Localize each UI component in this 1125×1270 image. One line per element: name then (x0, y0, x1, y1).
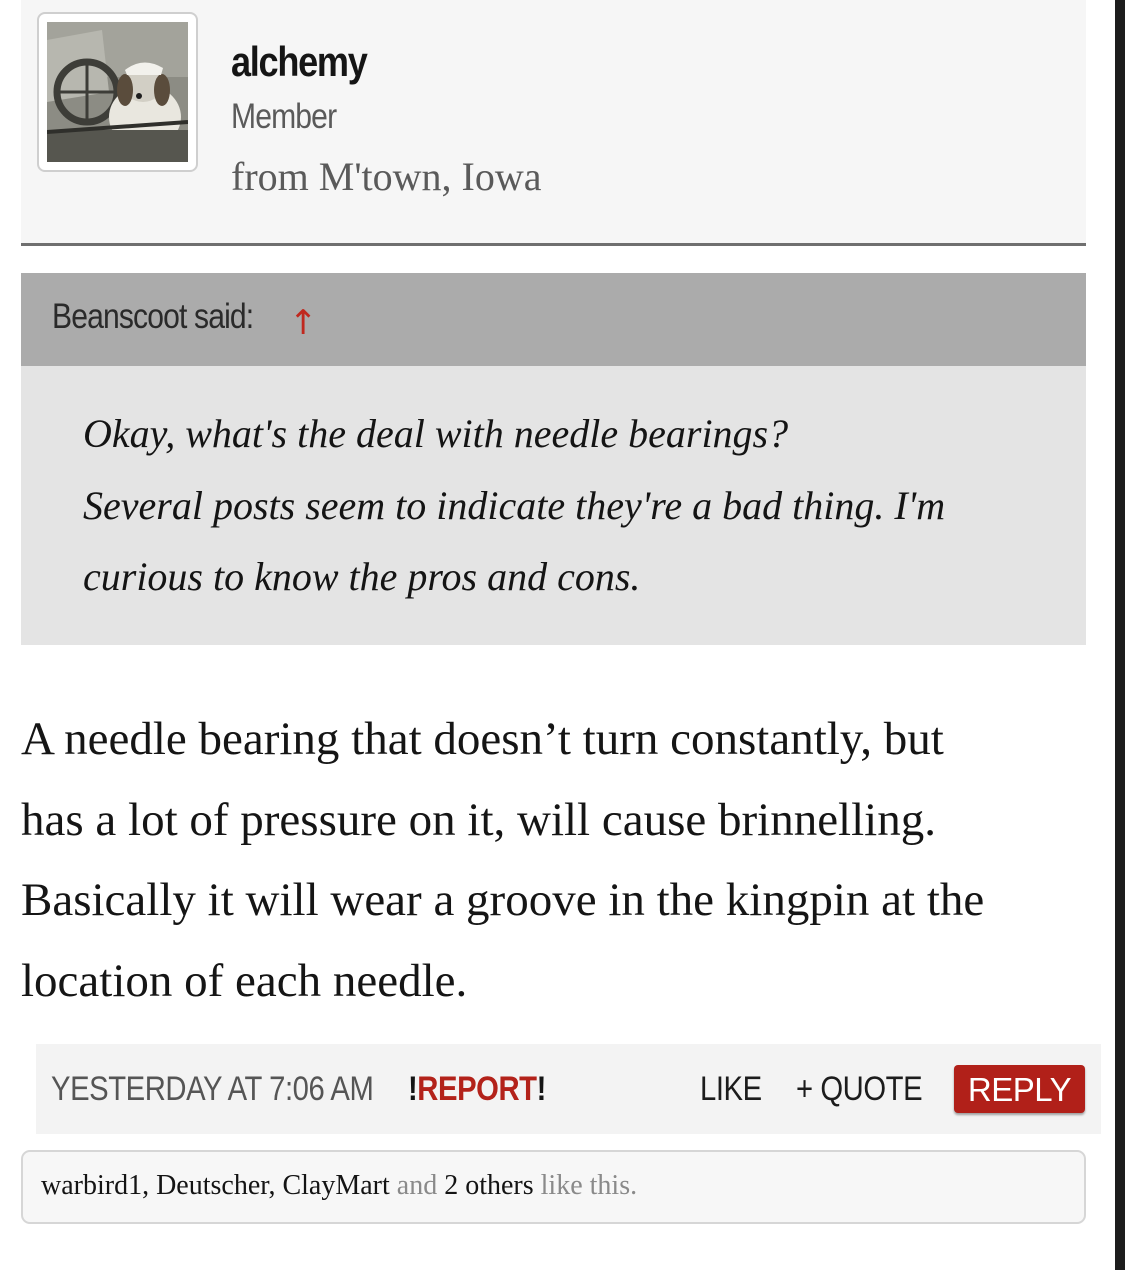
liker-link[interactable]: warbird1 (41, 1170, 142, 1201)
liker-link[interactable]: ClayMart (282, 1170, 389, 1201)
others-link[interactable]: 2 others (444, 1170, 533, 1201)
quote-line: Okay, what's the deal with needle bearin… (83, 411, 789, 456)
avatar[interactable] (37, 12, 198, 172)
username[interactable]: alchemy (231, 38, 368, 86)
quote-header: Beanscoot said: ↑ (21, 273, 1086, 366)
post-text-line: Basically it will wear a groove in the k… (21, 874, 985, 926)
post-text-line: location of each needle. (21, 955, 468, 1007)
like-button[interactable]: LIKE (700, 1070, 762, 1109)
reply-button[interactable]: REPLY (954, 1065, 1085, 1113)
liker-separator: , (142, 1170, 157, 1201)
scrollbar-edge (1115, 0, 1125, 1270)
dog-driving-car-image (47, 22, 188, 162)
liker-separator: , (268, 1170, 283, 1201)
post-text-line: has a lot of pressure on it, will cause … (21, 794, 936, 846)
likes-and-text: and (389, 1170, 445, 1201)
quote-button[interactable]: + QUOTE (796, 1070, 923, 1109)
report-link[interactable]: !REPORT! (408, 1070, 546, 1109)
likes-text: warbird1, Deutscher, ClayMart and 2 othe… (41, 1170, 637, 1202)
reply-label: REPLY (967, 1071, 1072, 1108)
post-actions-bar: YESTERDAY AT 7:06 AM !REPORT! LIKE + QUO… (36, 1044, 1101, 1134)
user-card: alchemy Member from M'town, Iowa (21, 0, 1086, 246)
post-timestamp[interactable]: YESTERDAY AT 7:06 AM (51, 1070, 374, 1109)
quote-body: Okay, what's the deal with needle bearin… (21, 366, 1086, 645)
report-prefix: ! (408, 1070, 418, 1108)
user-location: from M'town, Iowa (231, 154, 542, 199)
report-suffix: ! (536, 1070, 547, 1108)
liker-link[interactable]: Deutscher (156, 1170, 268, 1201)
quote-author[interactable]: Beanscoot said: (52, 297, 254, 337)
likes-summary: warbird1, Deutscher, ClayMart and 2 othe… (21, 1150, 1086, 1224)
report-label: REPORT (417, 1070, 537, 1108)
avatar-photo (47, 22, 188, 162)
jump-to-quote-arrow-icon[interactable]: ↑ (289, 303, 318, 343)
quote-line: Several posts seem to indicate they're a… (83, 483, 946, 528)
post-text-line: A needle bearing that doesn’t turn const… (21, 713, 944, 765)
user-role: Member (231, 97, 337, 136)
quote-line: curious to know the pros and cons. (83, 554, 641, 599)
likes-suffix: like this. (533, 1170, 638, 1201)
